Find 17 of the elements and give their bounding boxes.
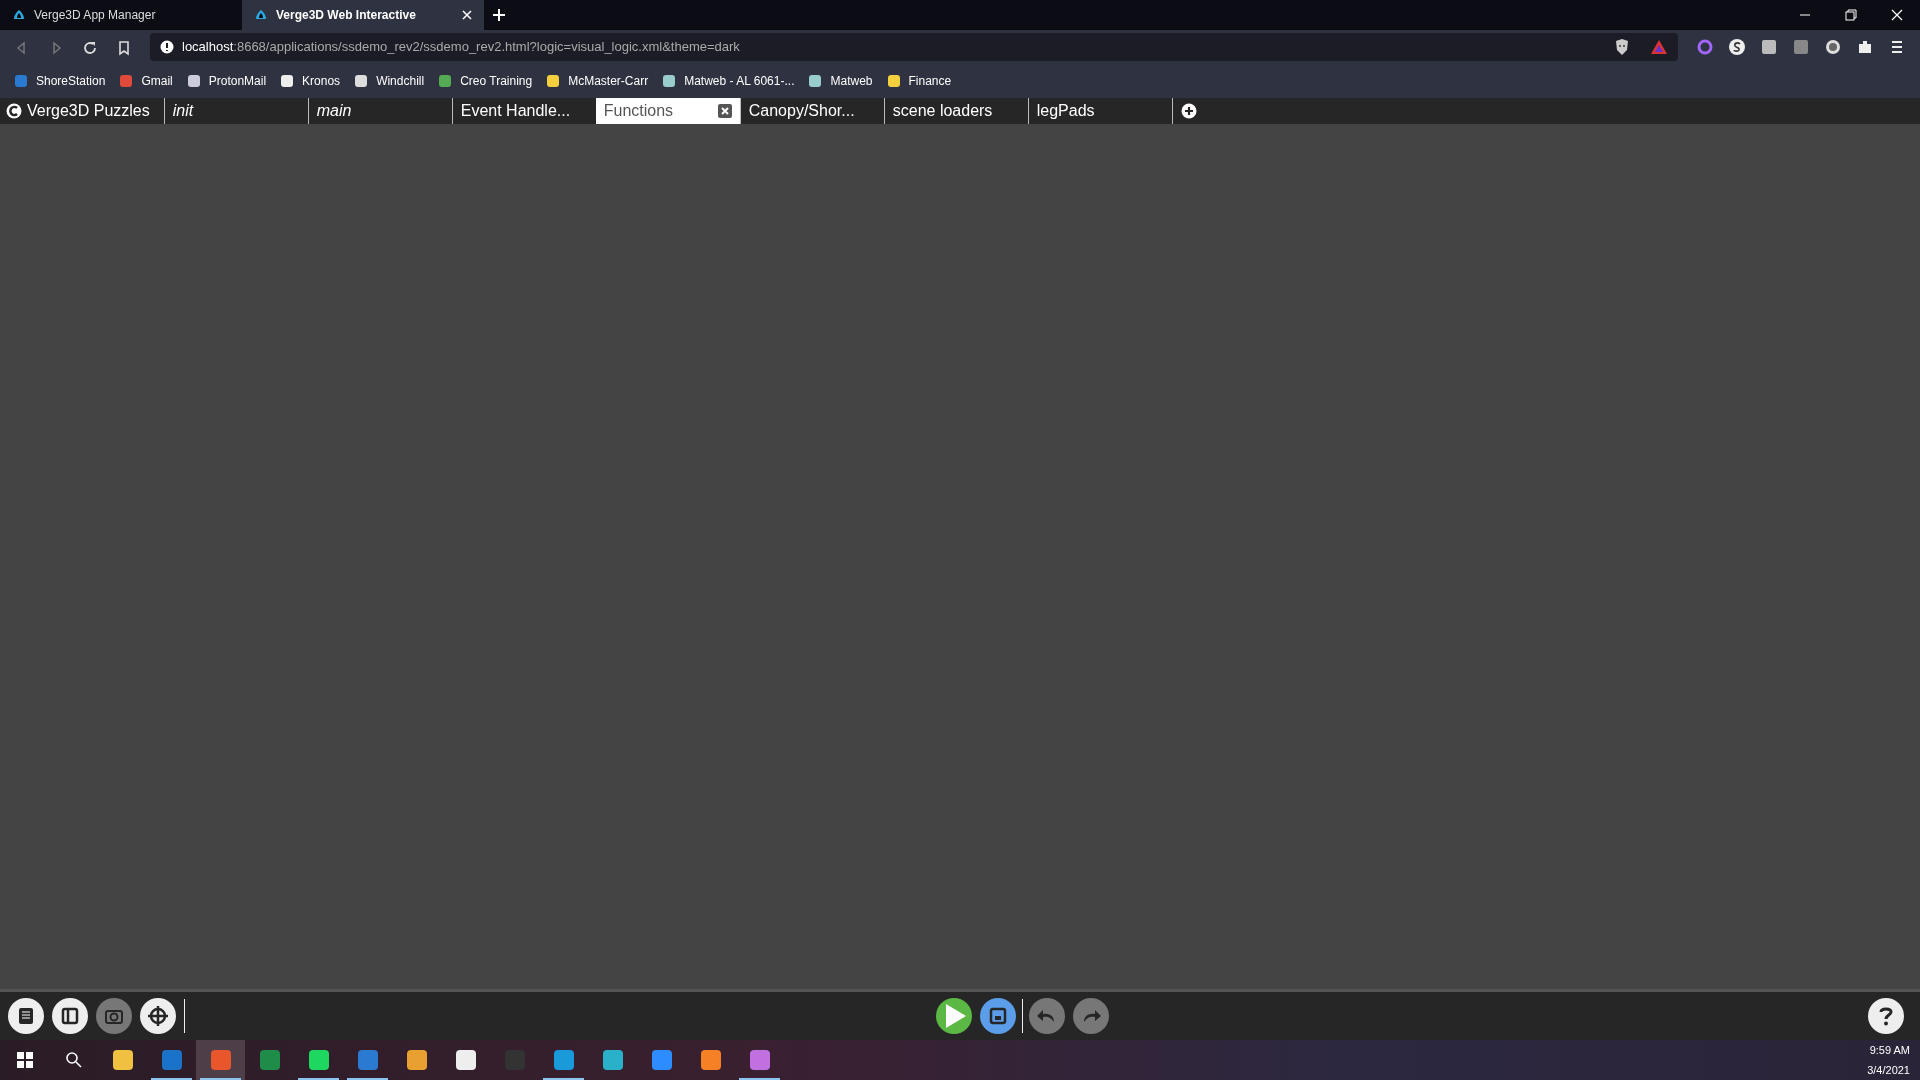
browser-tab[interactable]: Verge3D Web Interactive (242, 0, 484, 30)
bookmark-link[interactable]: Matweb (808, 72, 873, 90)
workspace-tab[interactable]: Functions (595, 98, 740, 124)
bookmark-link[interactable]: ProtonMail (186, 72, 267, 90)
browser-tab[interactable]: Verge3D App Manager (0, 0, 242, 30)
bookmark-link[interactable]: Gmail (119, 72, 173, 90)
bookmark-link[interactable]: Matweb - AL 6061-... (662, 72, 795, 90)
app-title: Verge3D Puzzles (27, 101, 150, 121)
bookmark-link[interactable]: ShoreStation (14, 72, 106, 90)
bookmark-link[interactable]: Finance (886, 72, 952, 90)
bookmark-link[interactable]: Kronos (280, 72, 341, 90)
clock-time: 9:59 AM (1868, 1042, 1910, 1058)
bookmark-link[interactable]: Creo Training (438, 72, 533, 90)
address-field[interactable]: localhost:8668/applications/ssdemo_rev2/ssdemo_rev2.html?logic=visual_logic.xml&theme=dark (150, 33, 1678, 61)
bookmark-link[interactable]: McMaster-Carr (546, 72, 649, 90)
clock-date: 3/4/2021 (1867, 1063, 1910, 1078)
bookmark-link[interactable]: Windchill (354, 72, 425, 90)
